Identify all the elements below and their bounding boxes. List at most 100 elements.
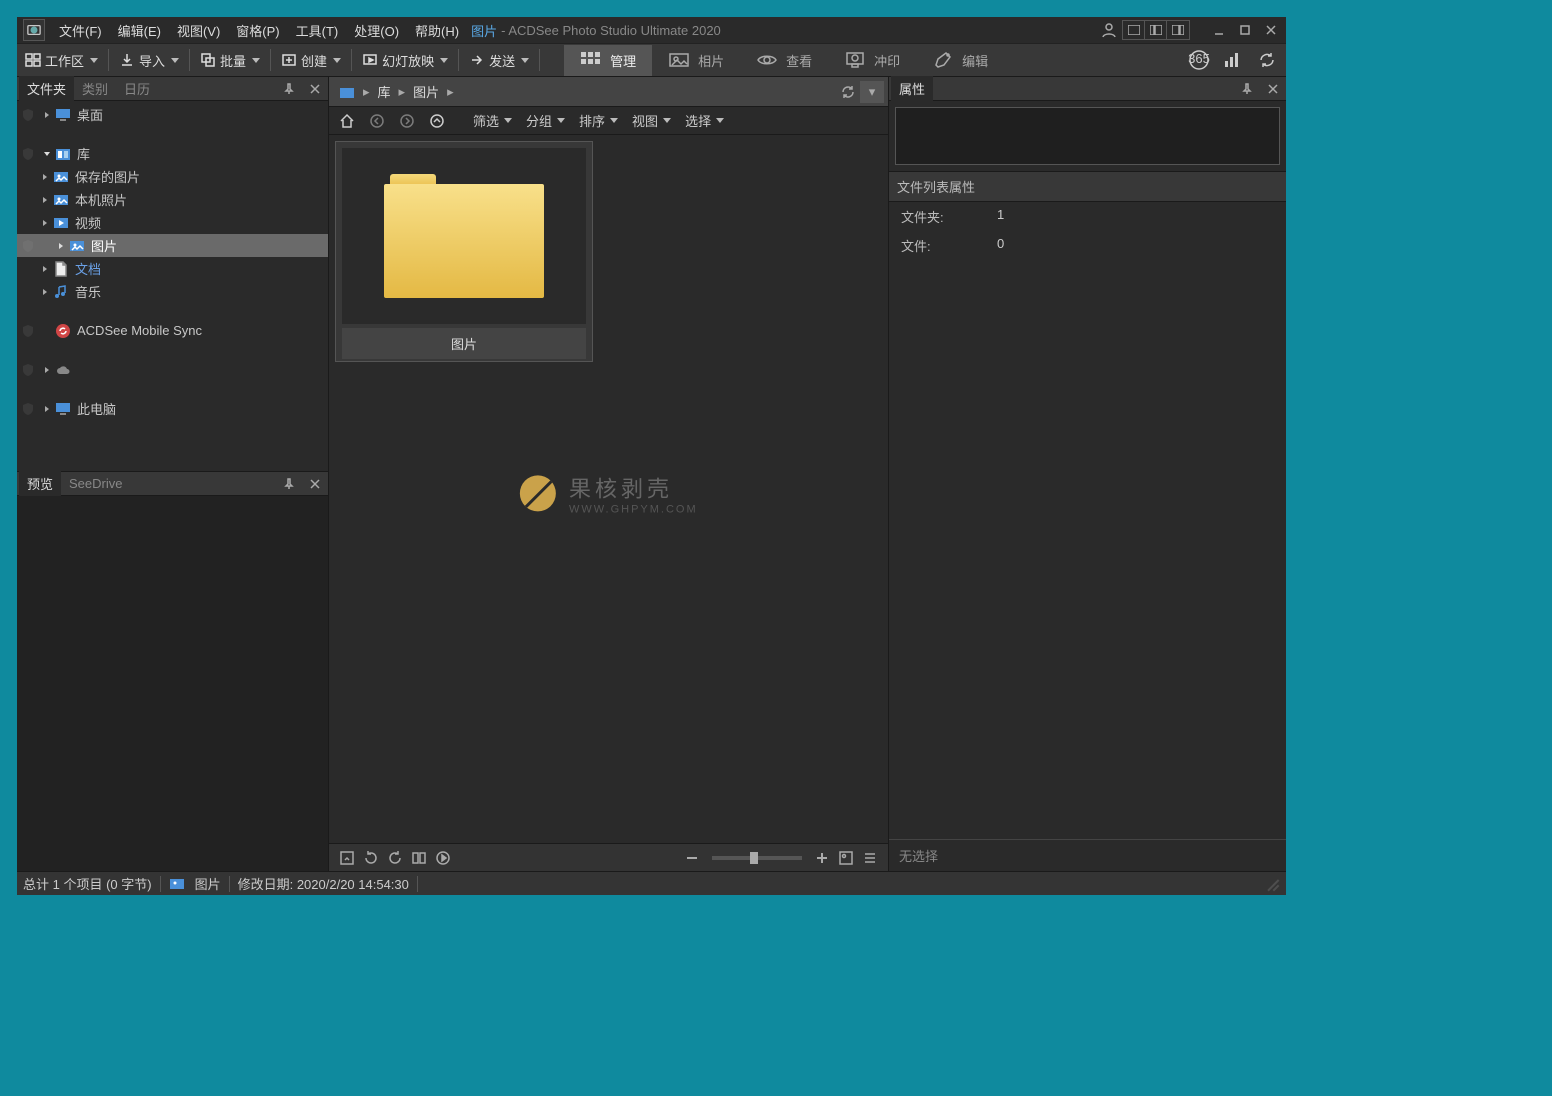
expand-icon[interactable] — [39, 219, 51, 227]
mode-manage[interactable]: 管理 — [564, 45, 652, 76]
close-panel-icon[interactable] — [302, 473, 328, 495]
import-button[interactable]: 导入 — [113, 47, 185, 74]
refresh-icon[interactable] — [836, 81, 860, 103]
tree-documents[interactable]: 文档 — [17, 257, 328, 280]
expand-icon[interactable] — [55, 242, 67, 250]
expand-icon[interactable] — [39, 173, 51, 181]
compare-icon[interactable] — [407, 847, 431, 869]
view-button[interactable]: 视图 — [626, 108, 677, 133]
tree-cloud[interactable] — [17, 358, 328, 381]
menu-view[interactable]: 视图(V) — [169, 18, 228, 43]
tree-saved-pictures[interactable]: 保存的图片 — [17, 165, 328, 188]
tree-this-pc[interactable]: 此电脑 — [17, 397, 328, 420]
tree-videos[interactable]: 视频 — [17, 211, 328, 234]
app-icon — [23, 19, 45, 41]
account-icon[interactable] — [1096, 19, 1122, 41]
dashboard-icon[interactable] — [1216, 45, 1250, 75]
shield-icon — [21, 324, 35, 338]
close-button[interactable] — [1258, 19, 1284, 41]
shield-icon — [21, 147, 35, 161]
tree-mobile-sync[interactable]: ACDSee Mobile Sync — [17, 319, 328, 342]
maximize-button[interactable] — [1232, 19, 1258, 41]
layout-preset-2[interactable] — [1145, 21, 1167, 39]
external-editor-icon[interactable] — [335, 847, 359, 869]
filter-button[interactable]: 筛选 — [467, 108, 518, 133]
mode-photos[interactable]: 相片 — [652, 45, 740, 76]
path-dropdown-icon[interactable]: ▾ — [860, 81, 884, 103]
mode-edit[interactable]: 编辑 — [916, 45, 1004, 76]
expand-icon[interactable] — [41, 405, 53, 413]
computer-icon — [55, 401, 71, 417]
tree-library[interactable]: 库 — [17, 142, 328, 165]
group-button[interactable]: 分组 — [520, 108, 571, 133]
mode-develop[interactable]: 冲印 — [828, 45, 916, 76]
zoom-in-icon[interactable] — [810, 847, 834, 869]
close-panel-icon[interactable] — [1260, 78, 1286, 100]
tab-seedrive[interactable]: SeeDrive — [61, 473, 130, 494]
resize-grip-icon[interactable] — [1264, 876, 1280, 892]
nav-back-icon[interactable] — [363, 110, 391, 132]
menu-edit[interactable]: 编辑(E) — [110, 18, 169, 43]
details-view-icon[interactable] — [858, 847, 882, 869]
layout-preset-3[interactable] — [1167, 21, 1189, 39]
nav-forward-icon[interactable] — [393, 110, 421, 132]
close-panel-icon[interactable] — [302, 78, 328, 100]
titlebar-location: 图片 — [471, 21, 497, 40]
sync-365-icon[interactable]: 365 — [1182, 45, 1216, 75]
expand-icon[interactable] — [39, 288, 51, 296]
tab-categories[interactable]: 类别 — [74, 76, 116, 101]
thumbnail-area[interactable]: 图片 果核剥壳 WWW.GHPYM.COM — [329, 135, 888, 843]
menu-tools[interactable]: 工具(T) — [288, 18, 347, 43]
tree-camera-roll[interactable]: 本机照片 — [17, 188, 328, 211]
tab-folders[interactable]: 文件夹 — [19, 76, 74, 101]
path-pictures[interactable]: 图片 — [407, 79, 445, 104]
expand-icon[interactable] — [39, 196, 51, 204]
sync-icon[interactable] — [1250, 45, 1284, 75]
menu-panes[interactable]: 窗格(P) — [228, 18, 287, 43]
layout-preset-1[interactable] — [1123, 21, 1145, 39]
pin-icon[interactable] — [276, 473, 302, 495]
expand-icon[interactable] — [41, 111, 53, 119]
slideshow-button[interactable]: 幻灯放映 — [356, 47, 454, 74]
tree-desktop[interactable]: 桌面 — [17, 103, 328, 126]
expand-icon[interactable] — [41, 150, 53, 158]
path-library[interactable]: 库 — [372, 79, 397, 104]
tab-calendar[interactable]: 日历 — [116, 76, 158, 101]
expand-icon[interactable] — [41, 366, 53, 374]
folder-tree: 桌面 库 保存的图片 — [17, 101, 328, 471]
preview-panel-tabs: 预览 SeeDrive — [17, 472, 328, 496]
menu-process[interactable]: 处理(O) — [346, 18, 407, 43]
shield-icon — [21, 108, 35, 122]
select-button[interactable]: 选择 — [679, 108, 730, 133]
mode-view[interactable]: 查看 — [740, 45, 828, 76]
tab-properties[interactable]: 属性 — [891, 76, 933, 101]
pictures-icon — [53, 192, 69, 208]
left-panel-tabs: 文件夹 类别 日历 — [17, 77, 328, 101]
create-button[interactable]: 创建 — [275, 47, 347, 74]
properties-panel-tabs: 属性 — [889, 77, 1286, 101]
zoom-slider[interactable] — [712, 856, 802, 860]
mobile-sync-icon — [55, 323, 71, 339]
tree-music[interactable]: 音乐 — [17, 280, 328, 303]
pin-icon[interactable] — [276, 78, 302, 100]
tree-pictures[interactable]: 图片 — [17, 234, 328, 257]
expand-icon[interactable] — [39, 265, 51, 273]
path-root-icon[interactable] — [333, 82, 361, 102]
minimize-button[interactable] — [1206, 19, 1232, 41]
thumbnails-view-icon[interactable] — [834, 847, 858, 869]
tab-preview[interactable]: 预览 — [19, 471, 61, 496]
menu-help[interactable]: 帮助(H) — [407, 18, 467, 43]
nav-home-icon[interactable] — [333, 110, 361, 132]
pin-icon[interactable] — [1234, 78, 1260, 100]
rotate-left-icon[interactable] — [359, 847, 383, 869]
batch-button[interactable]: 批量 — [194, 47, 266, 74]
nav-up-icon[interactable] — [423, 110, 451, 132]
rotate-right-icon[interactable] — [383, 847, 407, 869]
zoom-out-icon[interactable] — [680, 847, 704, 869]
folder-thumbnail[interactable]: 图片 — [335, 141, 593, 362]
workspace-button[interactable]: 工作区 — [19, 47, 104, 74]
menu-file[interactable]: 文件(F) — [51, 18, 110, 43]
sort-button[interactable]: 排序 — [573, 108, 624, 133]
play-icon[interactable] — [431, 847, 455, 869]
send-button[interactable]: 发送 — [463, 47, 535, 74]
